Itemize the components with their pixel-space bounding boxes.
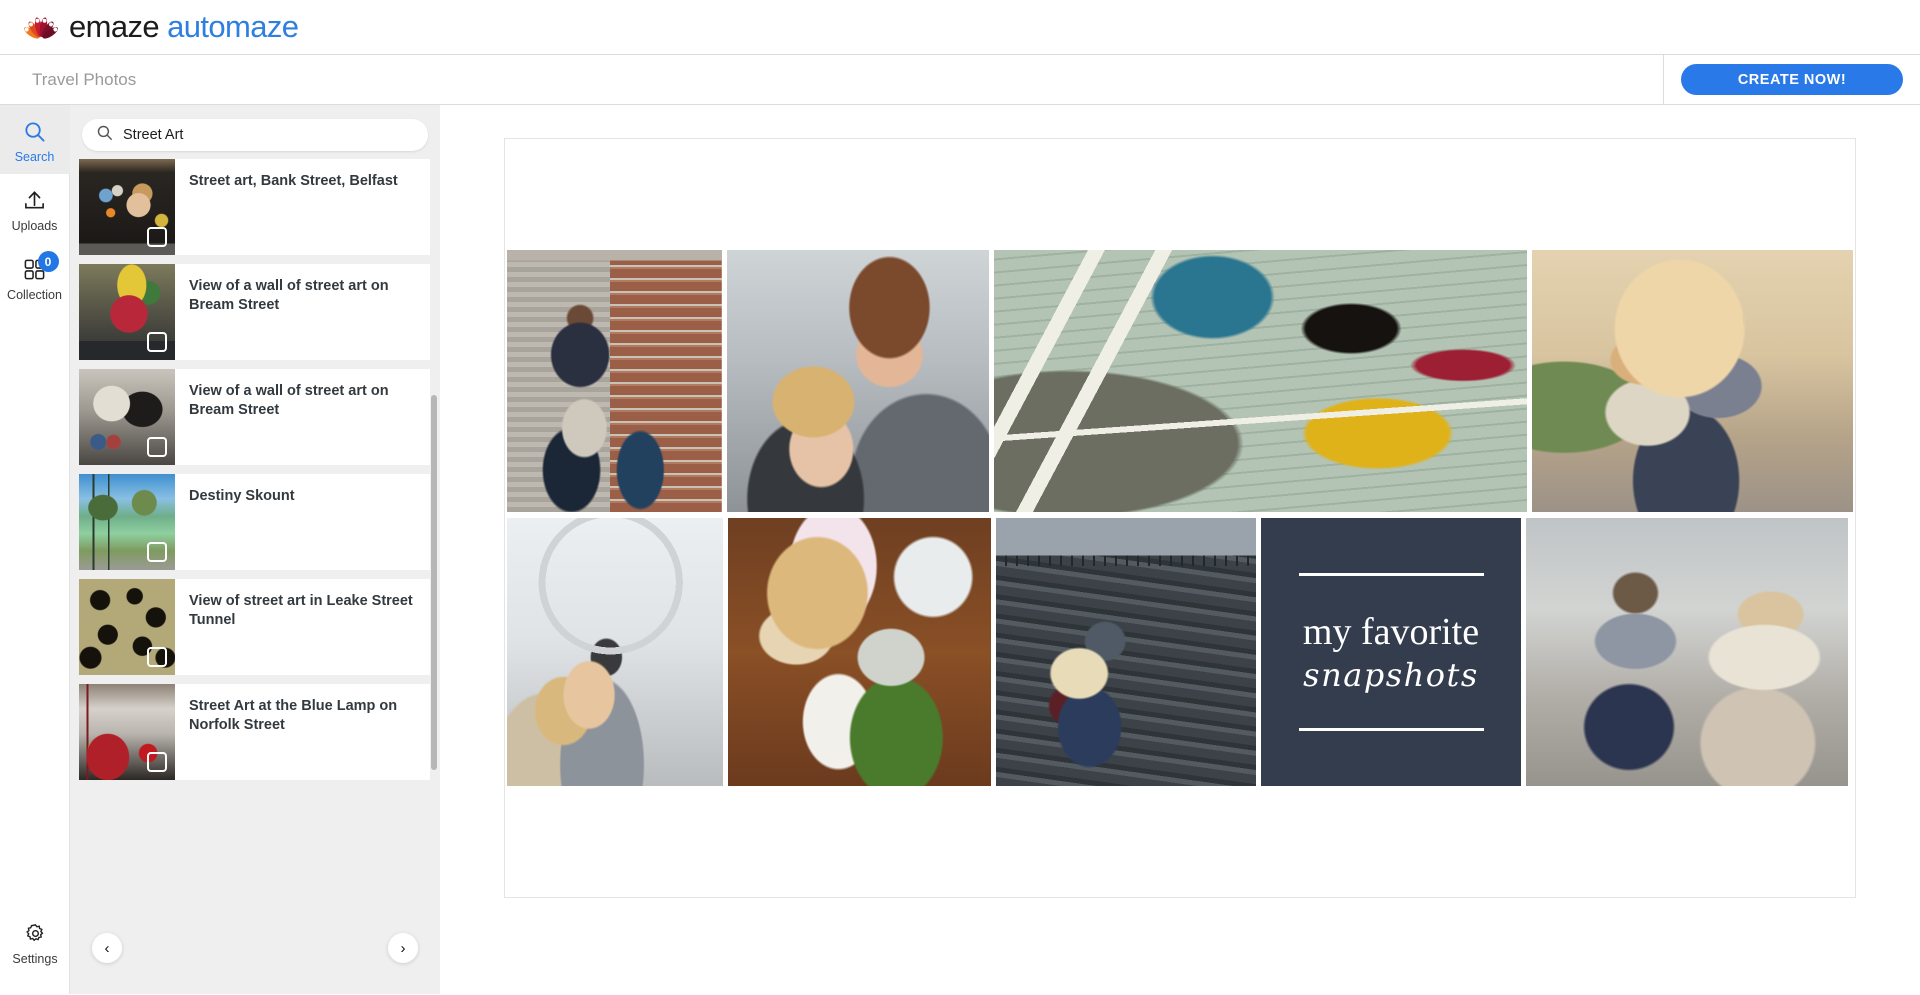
search-zone xyxy=(70,105,440,159)
result-checkbox[interactable] xyxy=(147,437,167,457)
list-item[interactable]: View of street art in Leake Street Tunne… xyxy=(79,579,430,675)
logo-bar: emaze automaze xyxy=(0,0,1920,55)
list-item[interactable]: View of a wall of street art on Bream St… xyxy=(79,264,430,360)
rail-item-collection[interactable]: 0 Collection xyxy=(0,243,70,312)
rail-label-search: Search xyxy=(14,150,55,164)
prev-page-button[interactable]: ‹ xyxy=(92,933,122,963)
emaze-fan-logo-icon xyxy=(22,12,60,42)
search-box[interactable] xyxy=(82,119,428,151)
text-card-line2: snapshots xyxy=(1303,656,1479,694)
search-input[interactable] xyxy=(123,127,414,143)
search-icon xyxy=(96,124,113,146)
left-rail: Search Uploads 0 Collection Settings xyxy=(0,105,70,994)
project-title-field[interactable]: Travel Photos xyxy=(0,55,1664,104)
app-body: Search Uploads 0 Collection Settings Str… xyxy=(0,105,1920,994)
text-card-rule-bottom xyxy=(1298,728,1484,731)
photo-couple-walking-coffee[interactable] xyxy=(1532,250,1853,512)
result-thumbnail[interactable] xyxy=(79,579,175,675)
create-now-button[interactable]: CREATE NOW! xyxy=(1681,64,1903,95)
logo-automaze-text: automaze xyxy=(167,9,299,44)
photo-couple-selfie-ferris-wheel[interactable] xyxy=(507,518,723,786)
gear-icon xyxy=(25,920,46,947)
collage-canvas[interactable]: my favorite snapshots xyxy=(504,138,1856,898)
rail-label-collection: Collection xyxy=(7,288,62,302)
create-button-zone: CREATE NOW! xyxy=(1664,55,1920,104)
collage-row-top xyxy=(506,250,1854,512)
rail-label-settings: Settings xyxy=(12,952,58,966)
photo-couple-by-stone-wall[interactable] xyxy=(996,518,1256,786)
list-item[interactable]: Street art, Bank Street, Belfast xyxy=(79,159,430,255)
list-item[interactable]: Destiny Skount xyxy=(79,474,430,570)
rail-item-uploads[interactable]: Uploads xyxy=(0,174,70,243)
list-item[interactable]: View of a wall of street art on Bream St… xyxy=(79,369,430,465)
result-title: View of a wall of street art on Bream St… xyxy=(189,278,389,313)
result-title: Destiny Skount xyxy=(189,488,295,504)
result-checkbox[interactable] xyxy=(147,542,167,562)
next-page-button[interactable]: › xyxy=(388,933,418,963)
result-title: View of street art in Leake Street Tunne… xyxy=(189,593,413,628)
rail-item-search[interactable]: Search xyxy=(0,105,70,174)
result-thumbnail[interactable] xyxy=(79,474,175,570)
search-icon xyxy=(23,118,46,145)
result-title: Street Art at the Blue Lamp on Norfolk S… xyxy=(189,698,398,733)
list-item[interactable]: Street Art at the Blue Lamp on Norfolk S… xyxy=(79,684,430,780)
result-thumbnail[interactable] xyxy=(79,159,175,255)
logo-wordmark: emaze automaze xyxy=(69,9,299,45)
results-list[interactable]: Street art, Bank Street, Belfast View of… xyxy=(70,159,440,916)
text-card-line1: my favorite xyxy=(1302,611,1480,653)
result-checkbox[interactable] xyxy=(147,647,167,667)
photo-couple-embracing[interactable] xyxy=(727,250,990,512)
rail-label-uploads: Uploads xyxy=(11,219,58,233)
result-title: Street art, Bank Street, Belfast xyxy=(189,173,398,189)
photo-bread-wine-charcuterie[interactable] xyxy=(728,518,991,786)
rail-item-settings[interactable]: Settings xyxy=(0,907,70,976)
results-pager: ‹ › xyxy=(70,916,440,994)
result-checkbox[interactable] xyxy=(147,227,167,247)
photo-street-photographer-couple[interactable] xyxy=(1526,518,1848,786)
text-card-my-favorite-snapshots[interactable]: my favorite snapshots xyxy=(1261,518,1521,786)
result-thumbnail[interactable] xyxy=(79,684,175,780)
canvas-stage: my favorite snapshots xyxy=(440,105,1920,994)
logo-emaze-text: emaze xyxy=(69,9,160,44)
photo-man-with-bicycle[interactable] xyxy=(507,250,723,512)
photo-graffiti-stairway[interactable] xyxy=(994,250,1528,512)
result-thumbnail[interactable] xyxy=(79,369,175,465)
project-title-placeholder: Travel Photos xyxy=(32,69,137,89)
results-scrollbar-thumb[interactable] xyxy=(431,395,437,770)
result-checkbox[interactable] xyxy=(147,332,167,352)
search-results-panel: Street art, Bank Street, Belfast View of… xyxy=(70,105,440,994)
result-thumbnail[interactable] xyxy=(79,264,175,360)
result-checkbox[interactable] xyxy=(147,752,167,772)
collage-row-bottom: my favorite snapshots xyxy=(506,518,1854,786)
collection-count-badge: 0 xyxy=(37,251,59,272)
text-card-rule-top xyxy=(1298,573,1484,576)
result-title: View of a wall of street art on Bream St… xyxy=(189,383,389,418)
upload-icon xyxy=(23,187,46,214)
header-bar: Travel Photos CREATE NOW! xyxy=(0,55,1920,105)
